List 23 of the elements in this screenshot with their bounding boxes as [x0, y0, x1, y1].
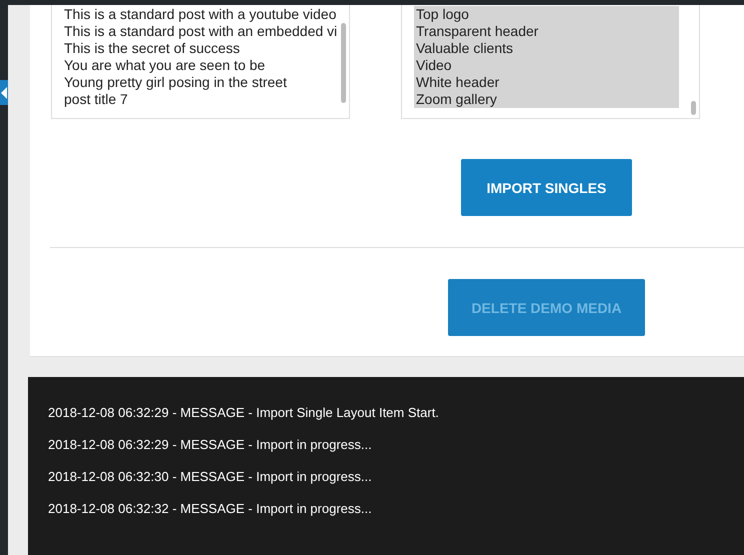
list-option[interactable]: Video: [414, 57, 679, 74]
list-option[interactable]: post title 7: [64, 91, 344, 108]
list-option[interactable]: This is the secret of success: [64, 40, 344, 57]
layout-list[interactable]: Top logo Transparent header Valuable clients Video White header Zoom gallery: [401, 5, 700, 119]
arrow-left-icon: [0, 86, 7, 98]
log-line: 2018-12-08 06:32:30 - MESSAGE - Import in progress...: [48, 469, 373, 485]
log-line: 2018-12-08 06:32:32 - MESSAGE - Import in progress...: [48, 501, 373, 517]
list-option[interactable]: Valuable clients: [414, 40, 679, 57]
list-option[interactable]: Zoom gallery: [414, 91, 679, 108]
list-option[interactable]: White header: [414, 74, 679, 91]
list-option[interactable]: Top logo: [414, 6, 679, 23]
list-option[interactable]: Transparent header: [414, 23, 679, 40]
log-line: 2018-12-08 06:32:29 - MESSAGE - Import in progress...: [48, 437, 373, 453]
list-option[interactable]: Young pretty girl posing in the street: [64, 74, 344, 91]
scrollbar-thumb[interactable]: [341, 23, 346, 103]
post-list[interactable]: [51, 5, 350, 119]
scrollbar-thumb[interactable]: [691, 101, 696, 115]
list-option[interactable]: This is a standard post with a youtube video: [64, 6, 344, 23]
list-option[interactable]: You are what you are seen to be: [64, 57, 344, 74]
log-line: 2018-12-08 06:32:29 - MESSAGE - Import Single Layout Item Start.: [48, 405, 440, 421]
import-singles-button[interactable]: IMPORT SINGLES: [461, 159, 632, 216]
list-option[interactable]: This is a standard post with an embedded vi: [64, 23, 344, 40]
collapse-tab[interactable]: [0, 80, 8, 105]
